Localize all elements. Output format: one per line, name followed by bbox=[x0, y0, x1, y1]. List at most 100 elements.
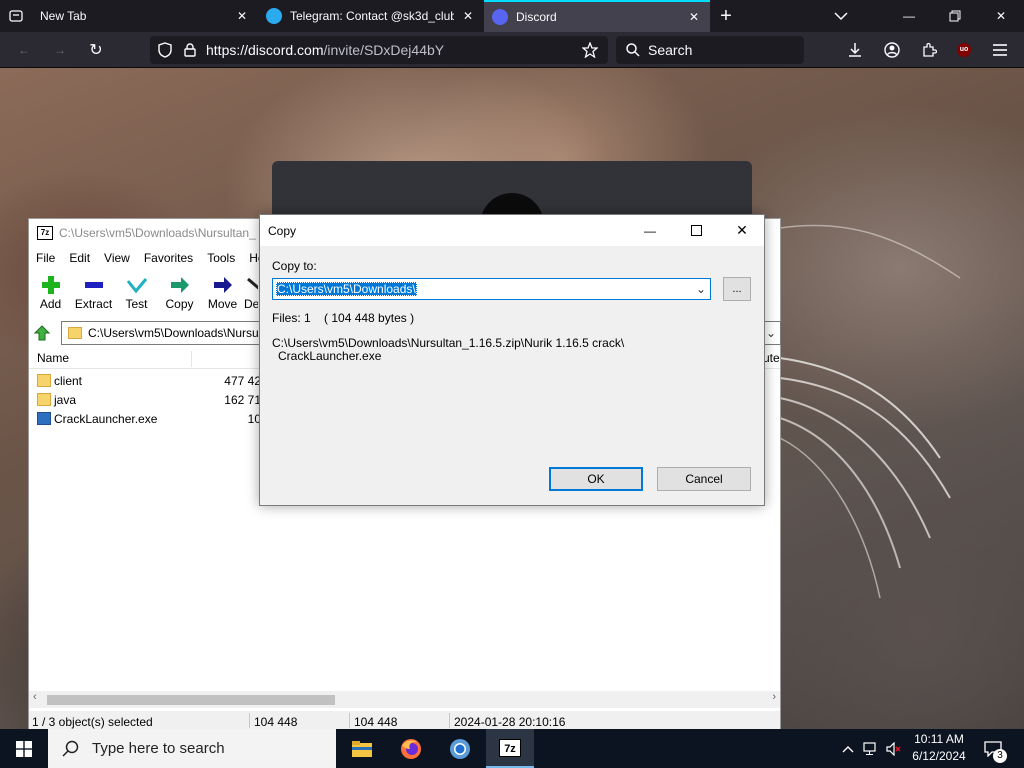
clock-date: 6/12/2024 bbox=[912, 749, 966, 763]
speaker-muted-icon bbox=[886, 741, 901, 756]
dialog-title: Copy bbox=[268, 223, 297, 238]
address-text: C:\Users\vm5\Downloads\Nursu bbox=[88, 326, 259, 340]
account-button[interactable] bbox=[875, 34, 909, 66]
app-menu-button[interactable] bbox=[983, 34, 1017, 66]
test-button[interactable]: Test bbox=[115, 271, 158, 315]
restore-button[interactable] bbox=[932, 0, 978, 32]
scroll-left-icon[interactable]: ‹ bbox=[33, 691, 37, 703]
add-button[interactable]: Add bbox=[29, 271, 72, 315]
browser-tab-bar: New Tab ✕ Telegram: Contact @sk3d_club ✕… bbox=[0, 0, 1024, 32]
reload-icon: ↻ bbox=[89, 42, 103, 59]
file-explorer-icon bbox=[352, 740, 372, 757]
tab-label: Telegram: Contact @sk3d_club bbox=[290, 9, 454, 23]
exe-file-icon bbox=[37, 412, 51, 425]
tab-new-tab[interactable]: New Tab ✕ bbox=[32, 0, 258, 32]
extensions-button[interactable] bbox=[912, 34, 946, 66]
menu-bar: File Edit View Favorites Tools He bbox=[29, 247, 272, 269]
copy-dialog: Copy — ✕ Copy to: C:\Users\vm5\Downloads… bbox=[259, 214, 765, 506]
network-tray-button[interactable] bbox=[860, 729, 882, 768]
taskbar-search[interactable]: Type here to search bbox=[48, 729, 336, 768]
downloads-button[interactable] bbox=[838, 34, 872, 66]
cancel-button[interactable]: Cancel bbox=[657, 467, 751, 491]
source-path: C:\Users\vm5\Downloads\Nursultan_1.16.5.… bbox=[272, 337, 742, 363]
show-hidden-icons-button[interactable] bbox=[838, 729, 858, 768]
item-size: 162 71 bbox=[224, 393, 261, 407]
column-separator[interactable] bbox=[191, 351, 192, 367]
taskbar-file-explorer[interactable] bbox=[338, 729, 386, 768]
close-window-button[interactable]: ✕ bbox=[978, 0, 1024, 32]
search-bar[interactable]: Search bbox=[616, 36, 804, 64]
discord-icon bbox=[492, 9, 508, 25]
close-tab-icon[interactable]: ✕ bbox=[460, 8, 476, 24]
delete-icon bbox=[247, 277, 258, 290]
dialog-titlebar[interactable]: Copy — ✕ bbox=[260, 215, 764, 246]
start-button[interactable] bbox=[0, 729, 48, 768]
taskbar-7zip[interactable]: 7z bbox=[486, 729, 534, 768]
tab-discord[interactable]: Discord ✕ bbox=[484, 0, 710, 32]
close-tab-icon[interactable]: ✕ bbox=[686, 9, 702, 25]
taskbar-chrome[interactable] bbox=[436, 729, 484, 768]
dialog-minimize-button[interactable]: — bbox=[627, 215, 673, 246]
windows-logo-icon bbox=[16, 740, 32, 757]
status-date: 2024-01-28 20:10:16 bbox=[454, 715, 566, 729]
tab-list-button[interactable] bbox=[0, 0, 32, 32]
reload-button[interactable]: ↻ bbox=[78, 34, 114, 66]
taskbar-search-placeholder: Type here to search bbox=[92, 740, 225, 757]
menu-view[interactable]: View bbox=[97, 251, 137, 265]
list-all-tabs-button[interactable] bbox=[818, 0, 864, 32]
browse-button[interactable]: ... bbox=[723, 277, 751, 301]
extract-button[interactable]: Extract bbox=[72, 271, 115, 315]
close-tab-icon[interactable]: ✕ bbox=[234, 8, 250, 24]
url-host: https://discord.com bbox=[206, 42, 324, 58]
menu-edit[interactable]: Edit bbox=[62, 251, 97, 265]
firefox-icon bbox=[401, 738, 421, 759]
delete-label: De bbox=[244, 297, 258, 311]
test-label: Test bbox=[125, 297, 148, 311]
up-folder-button[interactable] bbox=[29, 322, 55, 344]
minimize-button[interactable]: — bbox=[886, 0, 932, 32]
chevron-down-icon[interactable]: ⌄ bbox=[692, 279, 710, 299]
7zip-icon: 7z bbox=[499, 738, 521, 757]
column-name[interactable]: Name bbox=[37, 351, 69, 365]
taskbar-firefox[interactable] bbox=[387, 729, 435, 768]
url-bar[interactable]: https://discord.com/invite/SDxDej44bY bbox=[150, 36, 608, 64]
ublock-button[interactable]: uo bbox=[947, 34, 981, 66]
bookmark-star-icon[interactable] bbox=[582, 42, 598, 58]
notification-count-badge: 3 bbox=[993, 749, 1007, 763]
volume-tray-button[interactable] bbox=[883, 729, 905, 768]
notification-center-button[interactable]: 3 bbox=[978, 729, 1008, 768]
move-button[interactable]: Move bbox=[201, 271, 244, 315]
forward-button[interactable]: → bbox=[42, 34, 78, 66]
browser-nav-bar: ← → ↻ https://discord.com/invite/SDxDej4… bbox=[0, 32, 1024, 68]
maximize-icon bbox=[690, 225, 702, 236]
destination-combobox[interactable]: C:\Users\vm5\Downloads\ ⌄ bbox=[272, 278, 711, 300]
download-icon bbox=[849, 43, 861, 57]
new-tab-button[interactable]: + bbox=[710, 0, 742, 32]
horizontal-scrollbar[interactable]: ‹ › bbox=[29, 691, 780, 708]
status-selected: 1 / 3 object(s) selected bbox=[32, 715, 153, 729]
taskbar-clock[interactable]: 10:11 AM 6/12/2024 bbox=[906, 731, 972, 765]
telegram-icon bbox=[266, 8, 282, 24]
menu-file[interactable]: File bbox=[29, 251, 62, 265]
scroll-right-icon[interactable]: › bbox=[772, 691, 776, 703]
extract-label: Extract bbox=[74, 297, 113, 311]
menu-tools[interactable]: Tools bbox=[200, 251, 242, 265]
menu-favorites[interactable]: Favorites bbox=[137, 251, 200, 265]
lock-icon bbox=[184, 43, 196, 57]
column-attributes[interactable]: ute bbox=[763, 351, 780, 365]
toolbar: Add Extract Test Copy Move De bbox=[29, 271, 258, 315]
delete-button[interactable]: De bbox=[244, 271, 258, 315]
restore-icon bbox=[949, 10, 961, 22]
ok-button[interactable]: OK bbox=[549, 467, 643, 491]
back-button[interactable]: ← bbox=[6, 34, 42, 66]
item-name: java bbox=[54, 393, 77, 407]
dialog-close-button[interactable]: ✕ bbox=[719, 215, 765, 246]
copy-button[interactable]: Copy bbox=[158, 271, 201, 315]
up-arrow-icon bbox=[34, 325, 50, 341]
tab-telegram[interactable]: Telegram: Contact @sk3d_club ✕ bbox=[258, 0, 484, 32]
minus-icon bbox=[84, 282, 103, 288]
dialog-maximize-button[interactable] bbox=[673, 215, 719, 246]
scrollbar-thumb[interactable] bbox=[47, 695, 335, 705]
minimize-icon: — bbox=[903, 9, 915, 23]
search-icon bbox=[626, 43, 640, 57]
